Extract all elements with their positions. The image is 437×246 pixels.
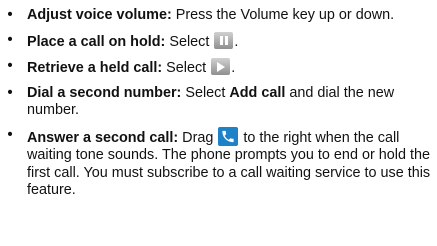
pause-icon — [214, 31, 234, 49]
item-text: Press the Volume key up or down. — [171, 7, 395, 23]
add-call-label: Add call — [229, 84, 286, 101]
item-term: Dial a second number: — [27, 84, 182, 101]
bullet: • — [7, 7, 13, 23]
list-item-dial-second: • Dial a second number: Select Add call … — [0, 85, 437, 120]
play-icon — [211, 58, 231, 75]
item-term: Retrieve a held call: — [27, 60, 163, 76]
bullet: • — [7, 84, 13, 101]
list-item-hold-call: • Place a call on hold: Select . — [0, 31, 437, 52]
feature-list: • Adjust voice volume: Press the Volume … — [0, 7, 437, 207]
item-text-before: Select — [165, 33, 214, 50]
phone-answer-icon — [218, 126, 239, 146]
item-term: Answer a second call: — [27, 129, 179, 146]
list-item-answer-second: • Answer a second call: Drag to the righ… — [0, 126, 437, 200]
list-item-retrieve-call: • Retrieve a held call: Select . — [0, 58, 437, 78]
item-text-after: . — [234, 33, 239, 50]
item-text-before: Drag — [178, 129, 218, 146]
item-term: Place a call on hold: — [27, 33, 166, 50]
bullet: • — [7, 126, 13, 143]
item-term: Adjust voice volume: — [27, 7, 172, 23]
document-page: • Adjust voice volume: Press the Volume … — [0, 0, 437, 246]
item-text-before: Select — [162, 60, 211, 76]
bullet: • — [7, 58, 13, 74]
item-text-after: . — [231, 60, 236, 76]
list-item-adjust-volume: • Adjust voice volume: Press the Volume … — [0, 7, 437, 25]
item-text-before: Select — [181, 84, 230, 101]
bullet: • — [7, 31, 13, 48]
